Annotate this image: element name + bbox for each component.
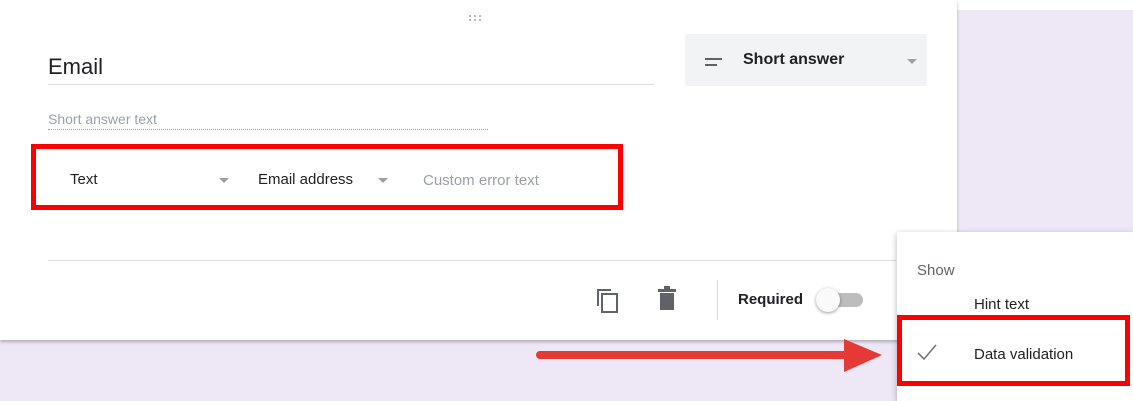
copy-icon[interactable]: [593, 286, 621, 314]
arrow-icon: [536, 336, 886, 376]
required-label: Required: [738, 291, 804, 308]
question-type-label: Short answer: [743, 51, 845, 68]
drag-handle-icon[interactable]: [468, 14, 482, 22]
question-card: Email Short answer Short answer text Tex…: [0, 0, 957, 340]
footer-separator: [717, 280, 718, 320]
short-answer-lines-icon: [705, 58, 722, 70]
chevron-down-icon: [907, 59, 917, 64]
footer-divider: [48, 260, 896, 261]
page-top-strip: [957, 0, 1133, 10]
question-title-input[interactable]: Email: [48, 54, 654, 85]
short-answer-preview: Short answer text: [48, 111, 488, 130]
data-validation-highlight-box: [897, 315, 1130, 386]
trash-icon[interactable]: [657, 286, 677, 310]
required-toggle-knob[interactable]: [816, 288, 840, 312]
menu-header: Show: [917, 262, 955, 279]
validation-highlight-box: [31, 144, 623, 210]
question-type-dropdown[interactable]: Short answer: [685, 34, 927, 86]
menu-item-hint-text[interactable]: Hint text: [974, 296, 1029, 313]
